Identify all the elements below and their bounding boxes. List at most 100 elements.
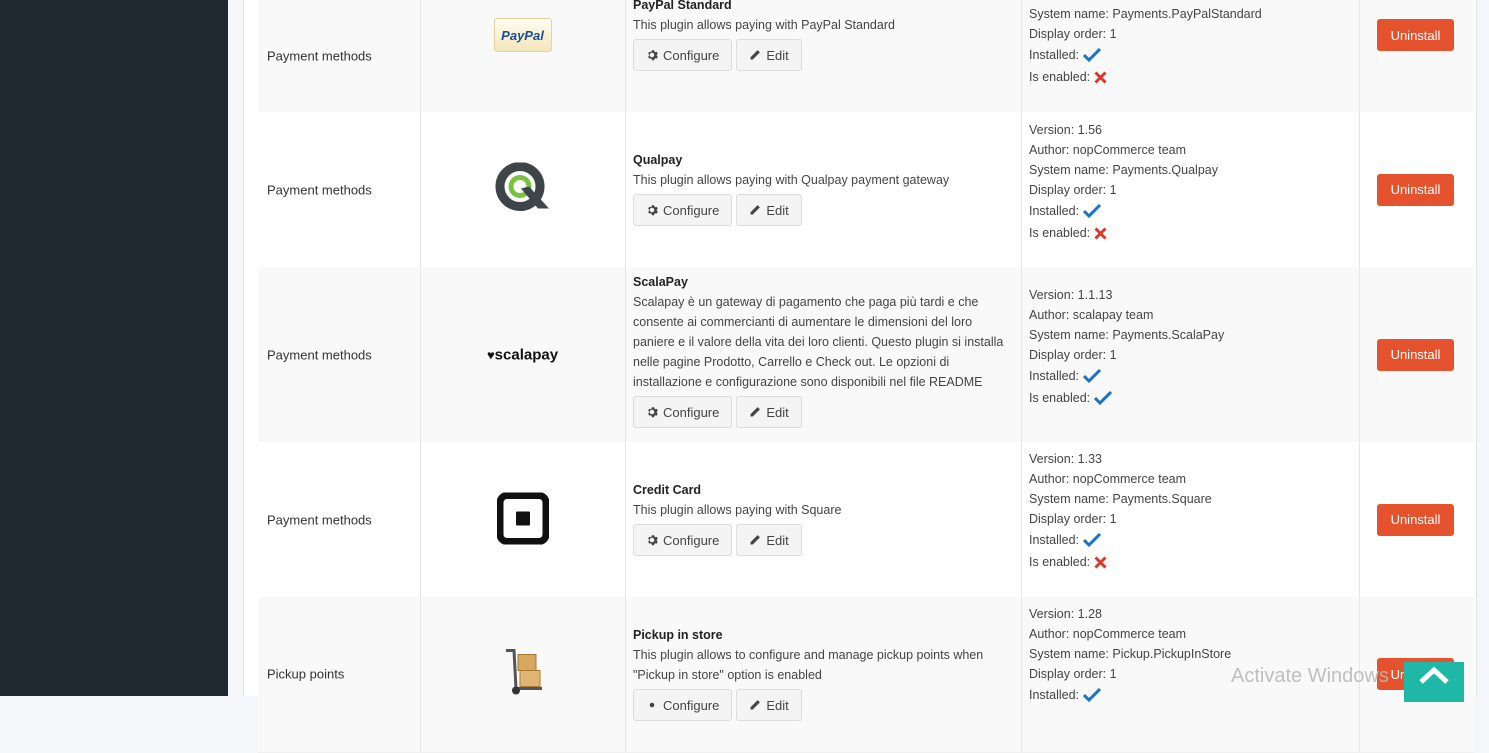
logo-cell — [420, 112, 626, 267]
check-icon — [1094, 391, 1113, 405]
author: Author: nopCommerce team — [1029, 627, 1187, 641]
uninstall-button[interactable]: Uninstall — [1377, 173, 1454, 206]
paypal-logo: PayPal — [493, 18, 552, 52]
logo-cell — [420, 597, 626, 752]
plugin-details-cell: Version: 1.1.13 Author: scalapay team Sy… — [1021, 267, 1360, 442]
plugin-name: Qualpay — [633, 153, 683, 167]
configure-button[interactable]: Configure — [633, 524, 733, 556]
square-logo — [496, 491, 549, 547]
group-cell: Pickup points — [258, 597, 421, 752]
gear-icon — [648, 50, 658, 61]
qualpay-logo — [495, 161, 551, 217]
display-order: Display order: 1 — [1029, 27, 1117, 41]
plugin-description: This plugin allows paying with Qualpay p… — [633, 173, 950, 187]
system-name: System name: Payments.PayPalStandard — [1029, 7, 1262, 21]
logo-cell — [420, 442, 626, 597]
edit-button[interactable]: Edit — [736, 396, 802, 428]
table-row: Payment methods Credit Card This plugin … — [258, 442, 1474, 598]
author: Author: nopCommerce team — [1029, 143, 1187, 157]
display-order: Display order: 1 — [1029, 667, 1117, 681]
plugin-group: Payment methods — [267, 182, 372, 197]
group-cell: Payment methods — [258, 112, 421, 267]
cross-icon — [1094, 70, 1107, 84]
actions-cell: Uninstall — [1359, 0, 1474, 112]
table-row: Payment methods Qualpay This plugin allo… — [258, 112, 1474, 268]
plugin-group: Payment methods — [267, 512, 372, 527]
plugin-info-cell: Pickup in store This plugin allows to co… — [625, 597, 1022, 752]
system-name: System name: Payments.Qualpay — [1029, 163, 1218, 177]
configure-button[interactable]: Configure — [633, 689, 733, 721]
pencil-icon — [750, 407, 761, 417]
edit-button[interactable]: Edit — [736, 194, 802, 226]
author: Author: nopCommerce team — [1029, 472, 1187, 486]
display-order: Display order: 1 — [1029, 512, 1117, 526]
version: Version: 1.33 — [1029, 452, 1102, 466]
system-name: System name: Pickup.PickupInStore — [1029, 647, 1232, 661]
check-icon — [1083, 533, 1102, 547]
cross-icon — [1094, 226, 1107, 240]
system-name: System name: Payments.Square — [1029, 492, 1212, 506]
version: Version: 1.56 — [1029, 123, 1102, 137]
version: Version: 1.1.13 — [1029, 288, 1113, 302]
check-icon — [1083, 369, 1102, 383]
plugin-name: ScalaPay — [633, 275, 688, 289]
plugin-description: This plugin allows to configure and mana… — [633, 648, 984, 682]
admin-sidebar — [0, 0, 228, 696]
scroll-to-top-button[interactable] — [1404, 662, 1464, 702]
display-order: Display order: 1 — [1029, 183, 1117, 197]
plugin-details-cell: Version: 1.33 Author: nopCommerce team S… — [1021, 442, 1360, 597]
table-row: Payment methods PayPal PayPal Standard T… — [258, 0, 1474, 113]
group-cell: Payment methods — [258, 267, 421, 442]
check-icon — [1083, 204, 1102, 218]
check-icon — [1083, 688, 1102, 702]
plugin-info-cell: ScalaPay Scalapay è un gateway di pagame… — [625, 267, 1022, 442]
pencil-icon — [750, 205, 761, 215]
pencil-icon — [750, 50, 761, 60]
table-row: Payment methods ♥scalapay ScalaPay Scala… — [258, 267, 1474, 443]
plugin-description: This plugin allows paying with Square — [633, 503, 842, 517]
group-cell: Payment methods — [258, 442, 421, 597]
actions-cell: Uninstall — [1359, 112, 1474, 267]
gear-icon — [648, 407, 658, 418]
hand-truck-logo — [498, 647, 548, 700]
edit-button[interactable]: Edit — [736, 689, 802, 721]
check-icon — [1083, 48, 1102, 62]
actions-cell: Uninstall — [1359, 442, 1474, 597]
pencil-icon — [750, 535, 761, 545]
plugin-name: Pickup in store — [633, 628, 723, 642]
actions-cell: Uninstall — [1359, 267, 1474, 442]
plugin-group: Payment methods — [267, 48, 372, 64]
scalapay-logo: ♥scalapay — [486, 346, 559, 363]
gear-icon — [648, 205, 658, 216]
edit-button[interactable]: Edit — [736, 39, 802, 71]
plugin-info-cell: Qualpay This plugin allows paying with Q… — [625, 112, 1022, 267]
logo-cell: PayPal — [420, 0, 626, 112]
plugin-group: Payment methods — [267, 347, 372, 362]
plugin-description: This plugin allows paying with PayPal St… — [633, 18, 895, 32]
heart-icon: ♥ — [486, 347, 495, 362]
group-cell: Payment methods — [258, 0, 421, 112]
configure-button[interactable]: Configure — [633, 194, 733, 226]
uninstall-button[interactable]: Uninstall — [1377, 19, 1454, 51]
plugin-info-cell: PayPal Standard This plugin allows payin… — [625, 0, 1022, 112]
pencil-icon — [750, 700, 761, 710]
plugin-details-cell: System name: Payments.PayPalStandard Dis… — [1021, 0, 1360, 112]
activate-windows-watermark: Activate Windows — [1231, 665, 1389, 687]
author: Author: scalapay team — [1029, 308, 1154, 322]
configure-button[interactable]: Configure — [633, 39, 733, 71]
display-order: Display order: 1 — [1029, 348, 1117, 362]
chevron-up-icon — [1419, 666, 1449, 684]
uninstall-button[interactable]: Uninstall — [1377, 503, 1454, 536]
plugin-name: PayPal Standard — [633, 0, 732, 12]
version: Version: 1.28 — [1029, 607, 1102, 621]
system-name: System name: Payments.ScalaPay — [1029, 328, 1225, 342]
plugin-details-cell: Version: 1.56 Author: nopCommerce team S… — [1021, 112, 1360, 267]
edit-button[interactable]: Edit — [736, 524, 802, 556]
plugin-description: Scalapay è un gateway di pagamento che p… — [633, 295, 1004, 389]
logo-cell: ♥scalapay — [420, 267, 626, 442]
configure-button[interactable]: Configure — [633, 396, 733, 428]
gear-icon — [649, 702, 655, 708]
cross-icon — [1094, 555, 1107, 569]
plugin-group: Pickup points — [267, 666, 345, 682]
uninstall-button[interactable]: Uninstall — [1377, 338, 1454, 371]
